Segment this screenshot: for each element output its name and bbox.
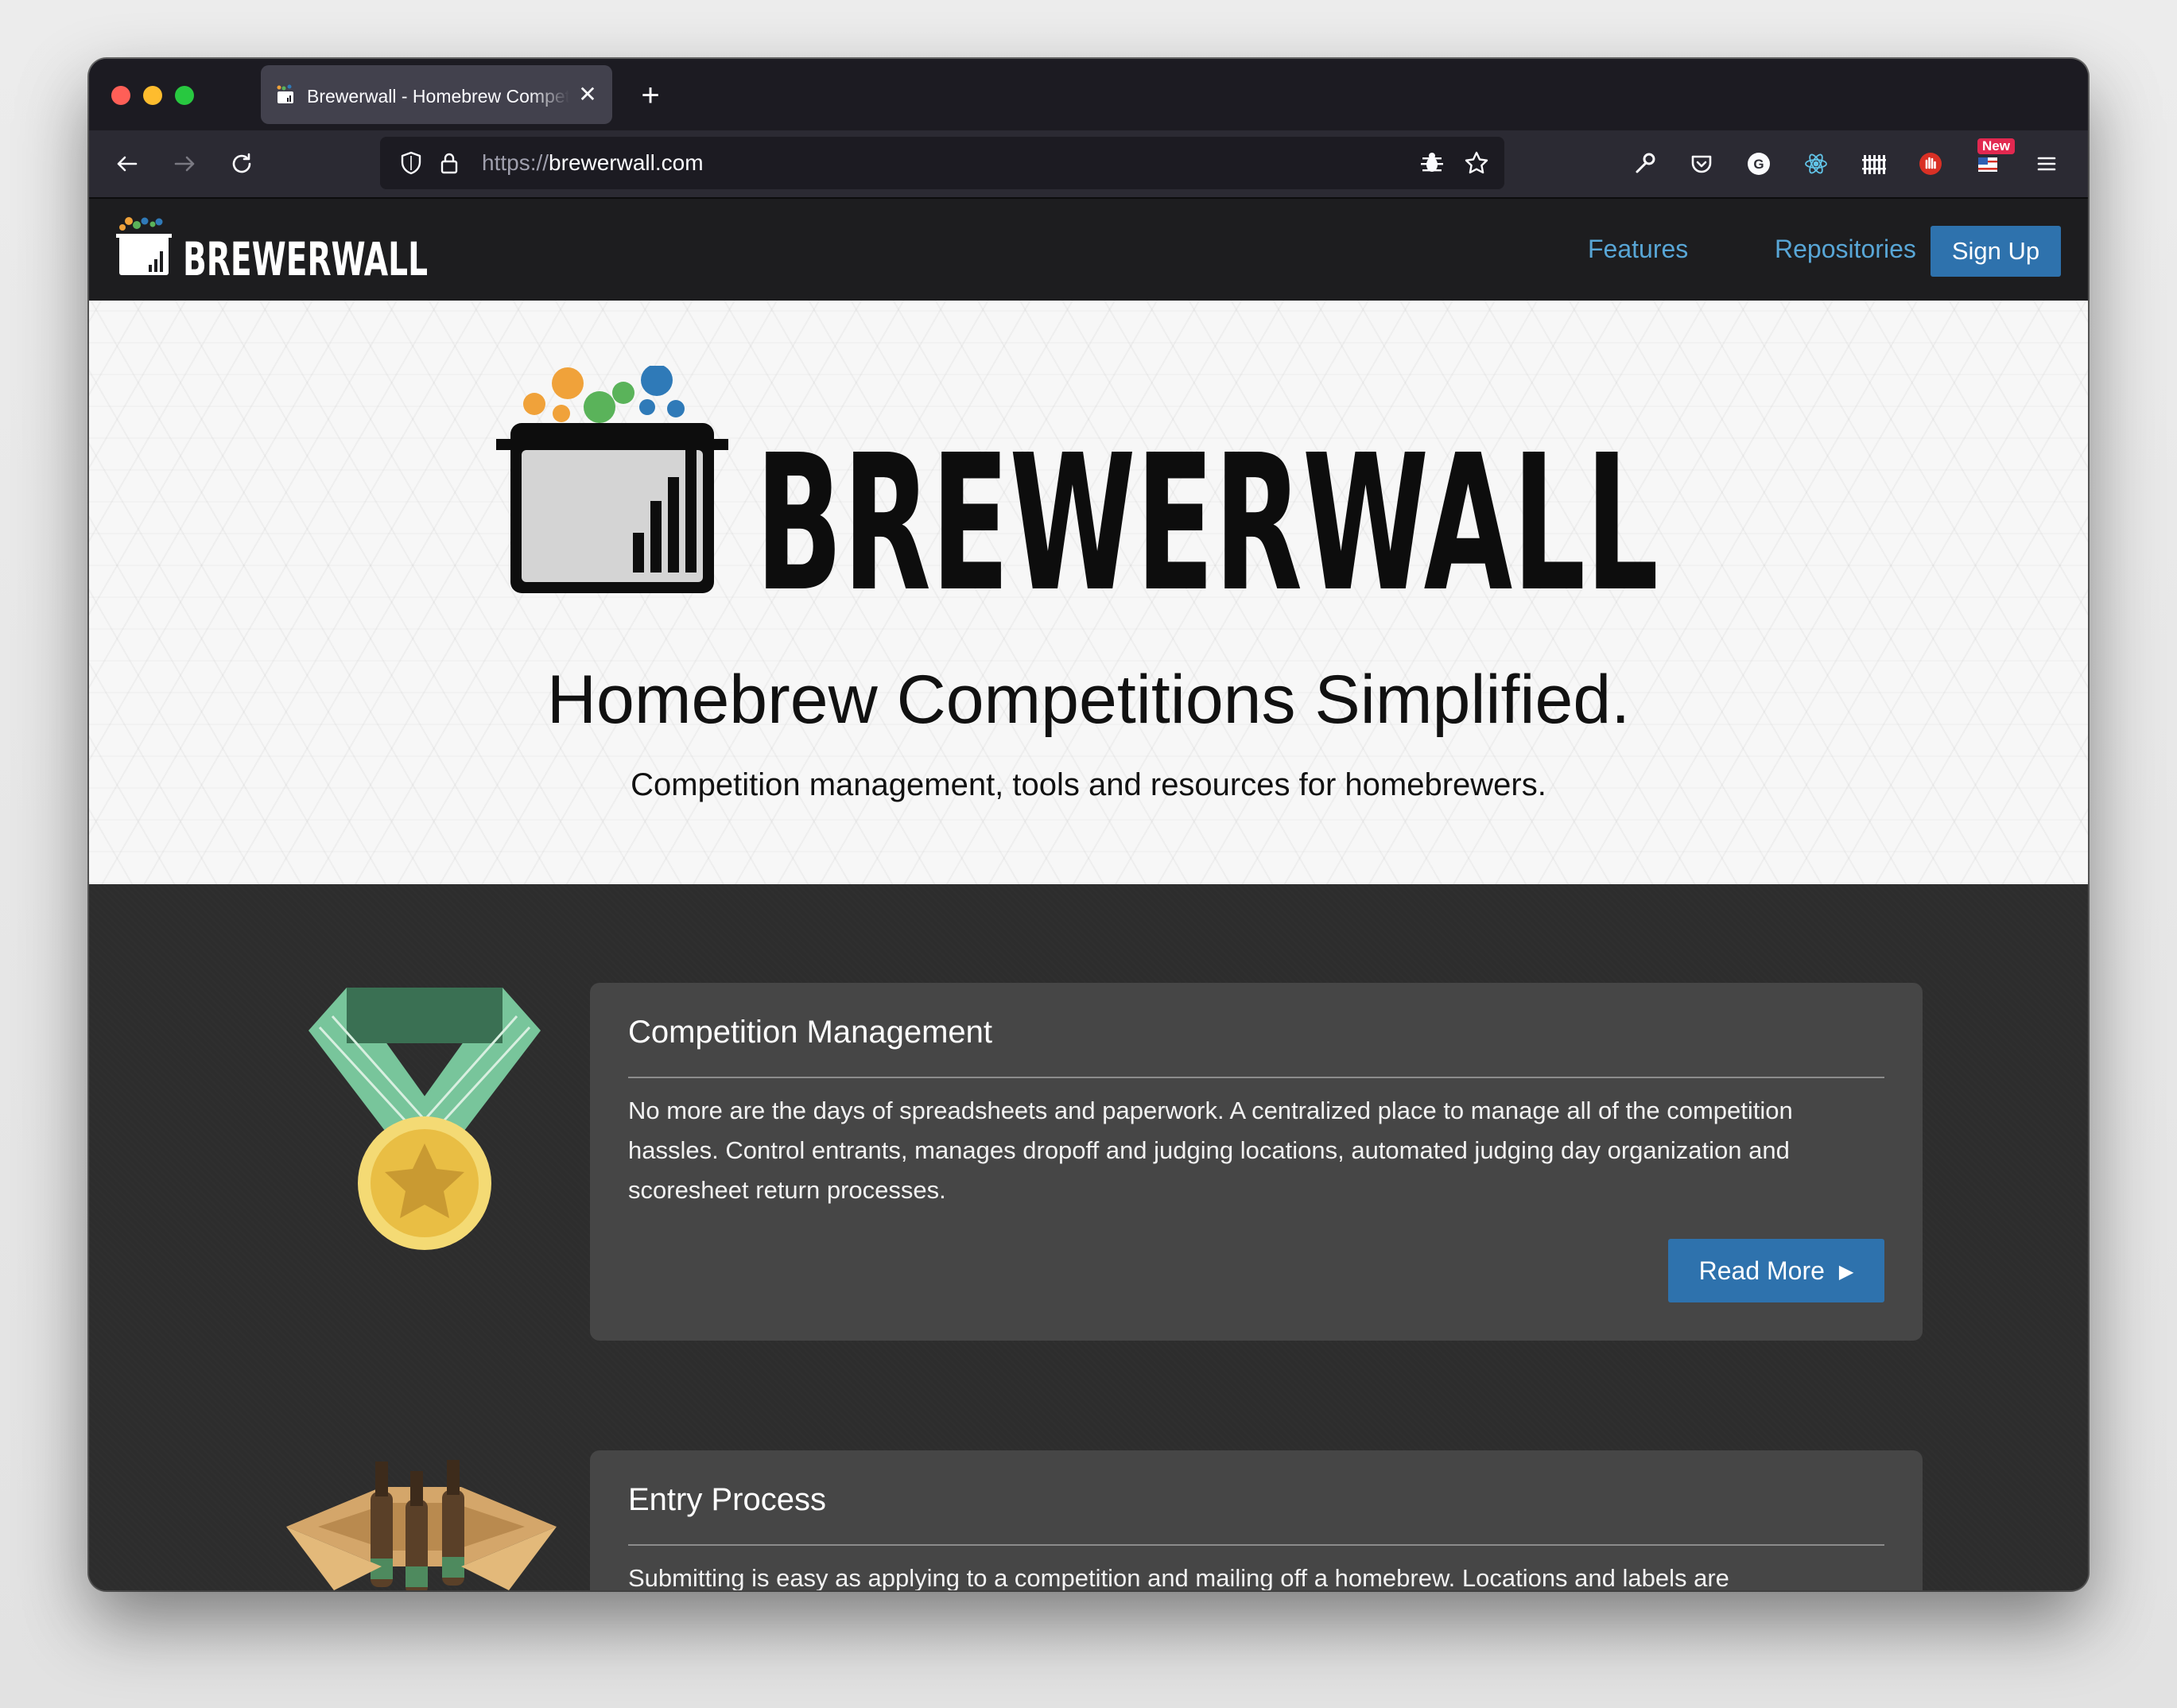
pot-icon: [116, 217, 172, 275]
hamburger-menu-icon: [2037, 157, 2056, 171]
fence-icon: [1862, 155, 1886, 174]
site-logo-text: BREWERWALL: [183, 232, 428, 286]
grammarly-icon: G: [1748, 153, 1770, 175]
back-button[interactable]: [107, 143, 148, 184]
navigation-toolbar: https://brewerwall.com G New: [89, 130, 2088, 199]
app-menu-button[interactable]: [2026, 143, 2067, 184]
zoom-window-button[interactable]: [175, 86, 194, 105]
react-devtools-button[interactable]: [1795, 143, 1837, 184]
hero-section: BREWERWALL Homebrew Competitions Simplif…: [89, 301, 2088, 884]
pocket-icon: [1691, 155, 1712, 173]
favicon-icon: [277, 84, 293, 103]
site-navbar: BREWERWALL Features Repositories Sign Up: [89, 199, 2088, 301]
bug-icon[interactable]: [1418, 149, 1446, 177]
nav-link-repositories[interactable]: Repositories: [1775, 227, 1916, 270]
caret-right-icon: ▶: [1838, 1261, 1854, 1283]
close-tab-icon[interactable]: ✕: [576, 83, 600, 107]
features-section: Competition Management No more are the d…: [89, 884, 2088, 1590]
wrench-icon: [1636, 153, 1655, 173]
hero-subtitle: Competition management, tools and resour…: [631, 767, 1546, 802]
forward-button[interactable]: [164, 143, 205, 184]
react-icon: [1805, 153, 1827, 174]
card-divider: [628, 1077, 1884, 1078]
minimize-window-button[interactable]: [143, 86, 162, 105]
url-scheme: https://: [482, 150, 549, 175]
web-page: BREWERWALL Features Repositories Sign Up: [89, 199, 2088, 1590]
card-title: Competition Management: [628, 1015, 993, 1050]
medal-icon: [309, 988, 541, 1250]
url-text[interactable]: https://brewerwall.com: [482, 149, 704, 177]
beer-box-icon: [286, 1460, 557, 1590]
read-more-button[interactable]: Read More ▶: [1668, 1239, 1884, 1302]
flag-icon: [1978, 157, 1997, 172]
fence-button[interactable]: [1853, 143, 1894, 184]
url-host: brewerwall.com: [549, 150, 704, 175]
card-body: Submitting is easy as applying to a comp…: [628, 1564, 1729, 1590]
close-window-button[interactable]: [111, 86, 130, 105]
feature-card-entry-process: Entry Process Submitting is easy as appl…: [590, 1450, 1923, 1590]
svg-text:G: G: [1753, 157, 1764, 172]
lock-icon[interactable]: [436, 149, 463, 177]
hero-logo-text: BREWERWALL: [755, 414, 1659, 604]
brew-pot-icon: [496, 366, 728, 593]
back-arrow-icon: [117, 156, 138, 172]
site-logo[interactable]: BREWERWALL: [116, 215, 431, 286]
shield-icon[interactable]: [398, 149, 425, 177]
new-badge: New: [1977, 138, 2015, 154]
block-button[interactable]: [1910, 143, 1951, 184]
browser-window: Brewerwall - Homebrew Competitions Simpl…: [89, 59, 2088, 1590]
wrench-button[interactable]: [1624, 143, 1665, 184]
nav-link-features[interactable]: Features: [1588, 227, 1688, 270]
grammarly-button[interactable]: G: [1738, 143, 1779, 184]
reload-icon: [232, 153, 251, 173]
flag-extension-button[interactable]: New: [1967, 138, 2015, 184]
tab-strip: Brewerwall - Homebrew Competitions Simpl…: [89, 59, 2088, 130]
hero-logo: BREWERWALL: [496, 366, 1659, 604]
read-more-label: Read More: [1698, 1256, 1825, 1285]
forward-arrow-icon: [174, 156, 195, 172]
card-body: No more are the days of spreadsheets and…: [628, 1097, 1793, 1204]
hero-title: Homebrew Competitions Simplified.: [546, 662, 1631, 738]
tab-title: Brewerwall - Homebrew Competitions Simpl…: [307, 86, 569, 107]
card-title: Entry Process: [628, 1482, 826, 1517]
star-icon[interactable]: [1463, 149, 1490, 177]
sign-up-button[interactable]: Sign Up: [1931, 226, 2061, 277]
hand-icon: [1919, 153, 1942, 175]
url-bar[interactable]: https://brewerwall.com: [380, 137, 1504, 189]
tab-active[interactable]: Brewerwall - Homebrew Competitions Simpl…: [261, 65, 612, 124]
feature-card-competition-management: Competition Management No more are the d…: [590, 983, 1923, 1341]
card-divider: [628, 1544, 1884, 1546]
pocket-button[interactable]: [1681, 143, 1722, 184]
reload-button[interactable]: [221, 143, 262, 184]
new-tab-button[interactable]: +: [630, 75, 671, 116]
